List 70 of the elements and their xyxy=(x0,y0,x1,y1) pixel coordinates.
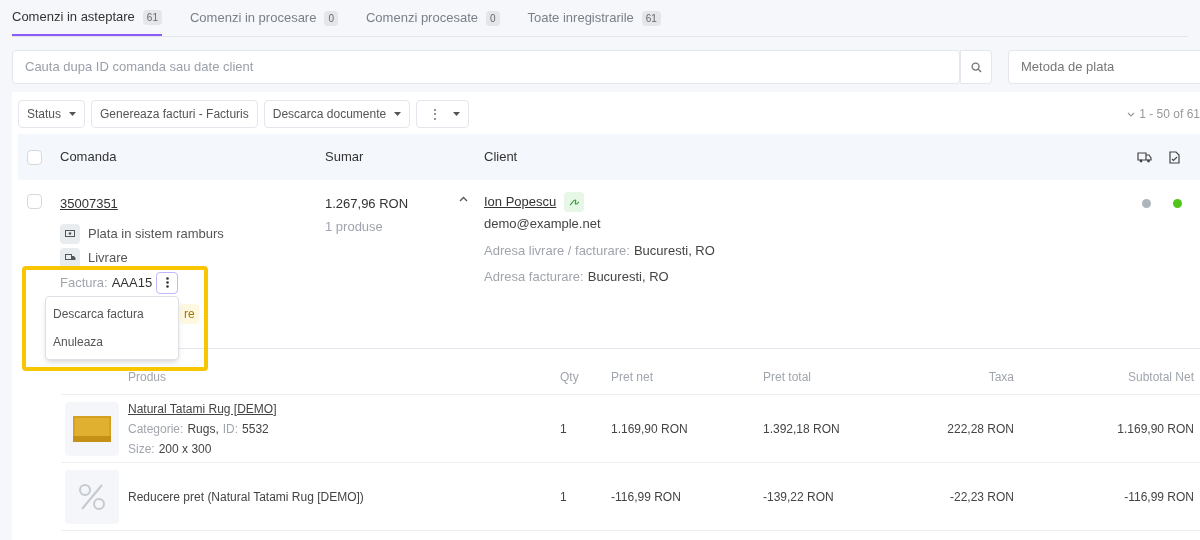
invoice-label: Factura: xyxy=(60,273,108,292)
client-email: demo@example.net xyxy=(484,215,602,233)
column-header: Produs xyxy=(128,369,168,386)
truck-icon xyxy=(60,247,80,268)
column-header: Pret total xyxy=(763,369,813,386)
search-field[interactable]: Cauta dupa ID comanda sau date client xyxy=(12,50,960,84)
shipping-method: Livrare xyxy=(88,248,128,267)
document-check-icon xyxy=(1169,150,1180,164)
search-icon xyxy=(970,61,982,73)
more-button[interactable] xyxy=(156,271,179,294)
product-name: Reducere pret (Natural Tatami Rug [DEMO]) xyxy=(128,488,365,506)
tab[interactable]: Comenzi in procesare 0 xyxy=(189,0,338,36)
client-name-link[interactable]: Ion Popescu xyxy=(484,192,557,212)
category-value: Rugs, xyxy=(187,420,219,438)
search-button[interactable] xyxy=(960,50,992,84)
table-cell-text: -139,22 RON xyxy=(763,488,835,506)
column-header: Qty xyxy=(560,369,580,386)
table-cell-text: 222,28 RON xyxy=(946,420,1014,438)
column-header: Client xyxy=(484,148,519,167)
product-name-link[interactable]: Natural Tatami Rug [DEMO] xyxy=(128,399,277,418)
chevron-down-icon xyxy=(1127,111,1136,117)
table-cell-text: -116,99 RON xyxy=(1123,488,1194,506)
payment-method-select[interactable]: Metoda de plata xyxy=(1008,50,1200,84)
truck-icon xyxy=(1137,151,1152,163)
column-header: Subtotal Net xyxy=(1126,369,1194,386)
chevron-up-icon[interactable] xyxy=(459,196,468,202)
order-id-link[interactable]: 35007351 xyxy=(60,194,118,214)
toolbar-button[interactable]: Genereaza facturi - Facturis xyxy=(91,100,258,128)
menu-item[interactable]: Anuleaza xyxy=(46,328,178,356)
column-header: Pret net xyxy=(611,369,655,386)
toolbar-button[interactable]: Status xyxy=(18,100,86,128)
count-badge: 0 xyxy=(486,10,500,26)
order-total: 1.267,96 RON xyxy=(325,195,410,213)
table-cell-text: 1 xyxy=(560,420,568,438)
count-badge: 61 xyxy=(641,10,661,26)
toolbar-button[interactable]: ⋮ xyxy=(416,100,470,128)
id-value: 5532 xyxy=(242,420,269,438)
more-icon xyxy=(165,277,169,288)
tab[interactable]: Toate inregistrarile 61 xyxy=(527,0,661,36)
product-count: 1 produse xyxy=(325,217,384,236)
column-header: Sumar xyxy=(325,148,365,167)
category-label: Categorie: xyxy=(128,420,184,438)
table-cell-text: -22,23 RON xyxy=(948,488,1014,506)
count-badge: 0 xyxy=(324,10,338,26)
signature-icon xyxy=(564,192,585,212)
table-cell-text: 1 xyxy=(560,488,568,506)
table-cell-text: 1.392,18 RON xyxy=(763,420,841,438)
address-value: Bucuresti, RO xyxy=(587,268,669,286)
status-badge: re xyxy=(180,303,199,324)
column-header: Taxa xyxy=(987,369,1014,386)
payment-method: Plata in sistem ramburs xyxy=(88,224,224,243)
size-value: 200 x 300 xyxy=(158,440,212,458)
size-label: Size: xyxy=(128,440,155,458)
address-label: Adresa facturare: xyxy=(484,268,584,286)
table-cell-text: 1.169,90 RON xyxy=(1116,420,1194,438)
column-header: Comanda xyxy=(60,148,118,167)
table-cell-text: 1.169,90 RON xyxy=(611,420,689,438)
row-checkbox[interactable] xyxy=(27,194,42,209)
tab[interactable]: Comenzi in asteptare 61 xyxy=(12,0,162,36)
toolbar-button[interactable]: Descarca documente xyxy=(263,100,411,128)
count-badge: 61 xyxy=(142,9,162,25)
id-label: ID: xyxy=(222,420,239,438)
tab[interactable]: Comenzi procesate 0 xyxy=(366,0,500,36)
address-label: Adresa livrare / facturare: xyxy=(484,241,630,260)
address-value: Bucuresti, RO xyxy=(633,241,715,260)
table-cell-text: -116,99 RON xyxy=(611,488,682,506)
money-icon xyxy=(60,223,80,244)
select-all-checkbox[interactable] xyxy=(27,149,42,165)
invoice-number: AAA15 xyxy=(111,273,153,292)
menu-item[interactable]: Descarca factura xyxy=(46,300,178,328)
